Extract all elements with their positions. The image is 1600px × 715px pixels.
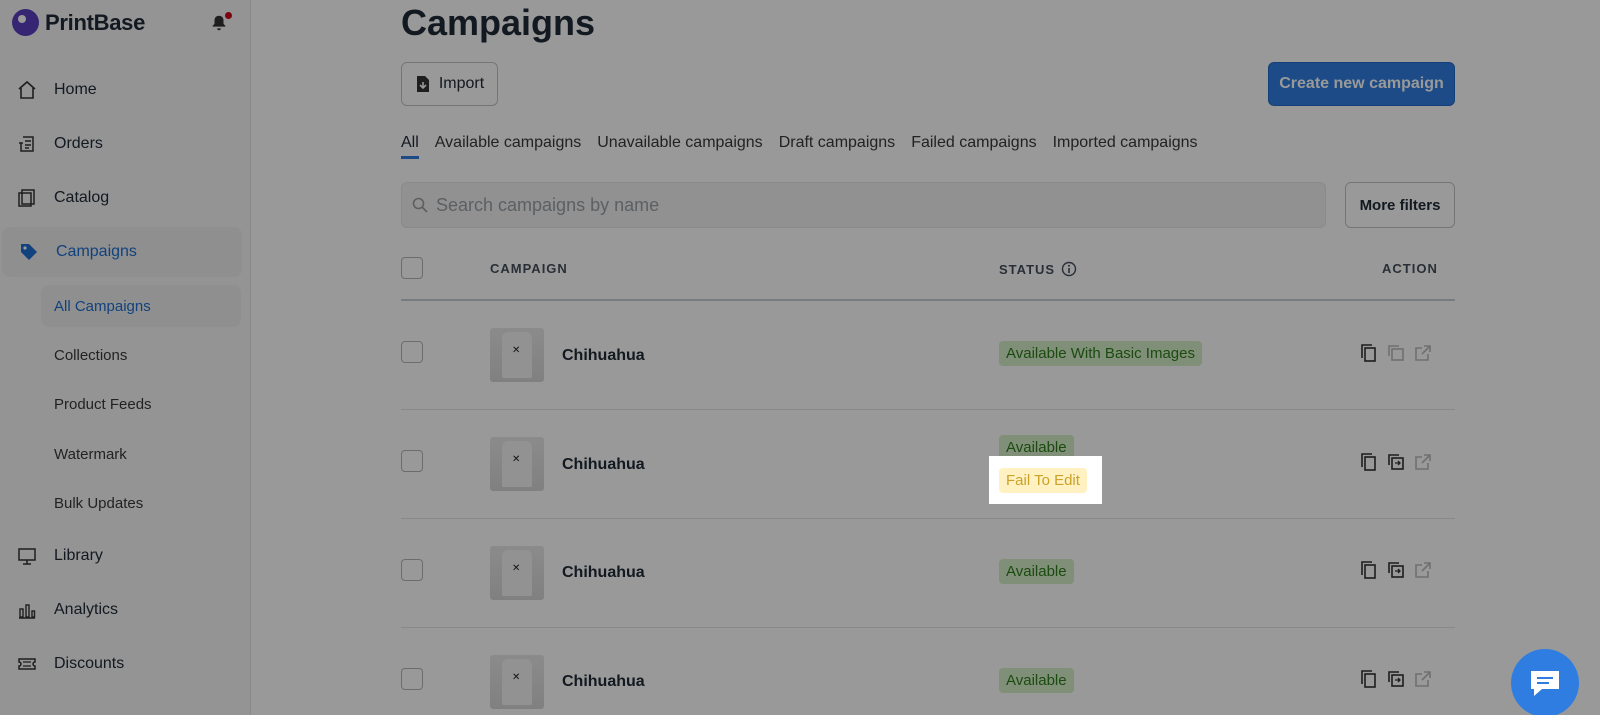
row-checkbox[interactable] [401, 668, 423, 690]
column-header-status: STATUS [999, 261, 1077, 277]
clone-to-store-icon[interactable] [1386, 560, 1406, 580]
subitem-label: Collections [54, 346, 128, 364]
brand-name: PrintBase [45, 9, 146, 35]
sidebar-item-label: Library [54, 547, 103, 564]
sidebar-subitem-bulk-updates[interactable]: Bulk Updates [41, 482, 241, 524]
campaign-thumbnail[interactable] [490, 437, 544, 491]
status-badge: Available With Basic Images [999, 341, 1202, 366]
campaign-thumbnail[interactable] [490, 546, 544, 600]
campaign-thumbnail[interactable] [490, 328, 544, 382]
campaign-name[interactable]: Chihuahua [562, 347, 645, 365]
status-badge: Available [999, 668, 1074, 693]
campaign-tabs: All Available campaigns Unavailable camp… [401, 134, 1198, 159]
import-file-icon [416, 76, 429, 92]
campaign-name[interactable]: Chihuahua [562, 564, 645, 582]
sidebar-subitem-all-campaigns[interactable]: All Campaigns [41, 285, 241, 327]
printbase-logo-icon [12, 9, 39, 36]
search-input[interactable] [436, 194, 1296, 216]
bar-chart-icon [16, 599, 38, 621]
brand-logo[interactable]: PrintBase [12, 9, 145, 36]
campaign-name[interactable]: Chihuahua [562, 456, 645, 474]
sidebar-item-campaigns[interactable]: Campaigns [2, 227, 242, 277]
catalog-icon [16, 187, 38, 209]
tab-failed-campaigns[interactable]: Failed campaigns [911, 134, 1036, 159]
sidebar-item-orders[interactable]: Orders [0, 119, 251, 169]
duplicate-icon[interactable] [1359, 343, 1379, 363]
column-header-action: ACTION [1382, 261, 1438, 276]
open-external-icon [1415, 345, 1431, 361]
chat-icon [1531, 671, 1559, 696]
campaign-thumbnail[interactable] [490, 655, 544, 709]
info-icon[interactable] [1061, 261, 1077, 277]
create-campaign-button[interactable]: Create new campaign [1268, 62, 1455, 106]
clone-to-store-icon[interactable] [1386, 452, 1406, 472]
more-filters-button[interactable]: More filters [1345, 182, 1455, 228]
sidebar-item-label: Orders [54, 135, 103, 152]
monitor-icon [16, 545, 38, 567]
tab-all[interactable]: All [401, 134, 419, 159]
row-divider [401, 518, 1455, 519]
open-external-icon [1415, 562, 1431, 578]
tab-available-campaigns[interactable]: Available campaigns [435, 134, 581, 159]
column-label: STATUS [999, 261, 1056, 277]
tab-unavailable-campaigns[interactable]: Unavailable campaigns [597, 134, 762, 159]
subitem-label: All Campaigns [54, 297, 151, 315]
status-badge-fail-to-edit[interactable]: Fail To Edit [999, 467, 1087, 493]
status-badge: Available [999, 559, 1074, 584]
import-button[interactable]: Import [401, 62, 498, 106]
table-header-divider [401, 299, 1455, 301]
sidebar-item-discounts[interactable]: Discounts [0, 639, 251, 689]
column-label: ACTION [1382, 261, 1438, 276]
notification-dot [225, 12, 232, 19]
sidebar-subitem-product-feeds[interactable]: Product Feeds [41, 383, 241, 425]
sidebar-item-library[interactable]: Library [0, 531, 251, 581]
sidebar-item-label: Catalog [54, 189, 110, 206]
import-label: Import [438, 75, 485, 92]
sidebar-subitem-watermark[interactable]: Watermark [41, 433, 241, 475]
column-header-campaign: CAMPAIGN [490, 261, 568, 276]
tab-draft-campaigns[interactable]: Draft campaigns [779, 134, 896, 159]
duplicate-icon[interactable] [1359, 669, 1379, 689]
tag-icon [18, 241, 40, 263]
ticket-icon [16, 653, 38, 675]
campaign-name[interactable]: Chihuahua [562, 673, 645, 691]
search-icon [412, 197, 428, 213]
column-label: CAMPAIGN [490, 261, 568, 276]
sidebar-item-catalog[interactable]: Catalog [0, 173, 251, 223]
sidebar-item-analytics[interactable]: Analytics [0, 585, 251, 635]
sidebar-item-home[interactable]: Home [0, 65, 251, 115]
tab-imported-campaigns[interactable]: Imported campaigns [1053, 134, 1198, 159]
sidebar-item-label: Campaigns [56, 243, 137, 260]
sidebar-item-label: Analytics [54, 601, 119, 618]
sidebar-item-label: Discounts [54, 655, 125, 672]
sidebar-item-label: Home [54, 81, 97, 98]
row-checkbox[interactable] [401, 341, 423, 363]
row-checkbox[interactable] [401, 450, 423, 472]
sidebar-subitem-collections[interactable]: Collections [41, 334, 241, 376]
clone-to-store-icon[interactable] [1386, 669, 1406, 689]
chat-support-button[interactable] [1511, 649, 1579, 715]
main-content: Campaigns Import Create new campaign All… [252, 0, 1600, 715]
duplicate-icon[interactable] [1359, 452, 1379, 472]
home-icon [16, 79, 38, 101]
orders-icon [16, 133, 38, 155]
row-checkbox[interactable] [401, 559, 423, 581]
search-bar [401, 182, 1326, 228]
row-divider [401, 409, 1455, 410]
open-external-icon [1415, 454, 1431, 470]
row-divider [401, 627, 1455, 628]
select-all-checkbox[interactable] [401, 257, 423, 279]
highlight-spotlight: Fail To Edit [989, 456, 1102, 504]
subitem-label: Watermark [54, 445, 127, 463]
subitem-label: Bulk Updates [54, 494, 144, 512]
subitem-label: Product Feeds [54, 395, 152, 413]
duplicate-icon[interactable] [1359, 560, 1379, 580]
page-title: Campaigns [401, 2, 596, 43]
clone-to-store-icon [1388, 345, 1404, 361]
sidebar: PrintBase Home Orders Catalog Campaigns … [0, 0, 251, 715]
open-external-icon [1415, 671, 1431, 687]
